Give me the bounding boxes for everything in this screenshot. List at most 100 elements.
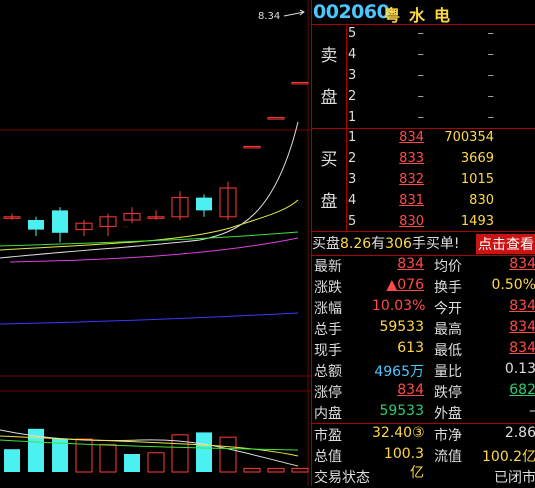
volume-bar xyxy=(291,467,309,473)
candle-body xyxy=(196,197,212,211)
level-volume: 830 xyxy=(469,193,494,208)
stat-value: 10.03% xyxy=(372,298,426,314)
volume-bar xyxy=(196,432,212,472)
volume-bar xyxy=(99,443,117,473)
stat-value: 834 xyxy=(509,319,535,335)
level-number: 1 xyxy=(348,110,357,125)
level-number: 3 xyxy=(348,68,357,83)
buy-row[interactable]: 1 834 700354 xyxy=(312,130,535,151)
stat-value: 已闭市 xyxy=(494,470,535,486)
stock-name: 粤水电 xyxy=(384,6,460,25)
stat-label: 涨跌 xyxy=(314,280,342,296)
stat-row: 内盘 59533 外盘 – xyxy=(312,403,535,424)
level-price: 832 xyxy=(399,172,424,187)
stat-value: 100.2亿 xyxy=(482,449,535,465)
volume-bar xyxy=(124,454,140,472)
level-number: 4 xyxy=(348,47,357,62)
stat-row: 总额 4965万 量比 0.13 xyxy=(312,361,535,382)
sell-row[interactable]: 5 – – xyxy=(312,26,535,47)
stat-value: 682 xyxy=(509,382,535,398)
buy-row[interactable]: 2 833 3669 xyxy=(312,151,535,172)
level-volume: – xyxy=(487,89,495,104)
stat-row: 涨跌 ▲076 换手 0.50% xyxy=(312,277,535,298)
ma5-line xyxy=(0,121,299,259)
stat-row: 市盈 32.40③ 市净 2.86 xyxy=(312,425,535,446)
kline-chart[interactable]: 8.34 xyxy=(0,0,311,486)
volume-bar xyxy=(52,439,68,472)
divider xyxy=(312,423,535,424)
sell-row[interactable]: 2 – – xyxy=(312,89,535,110)
level-volume: 3669 xyxy=(460,151,494,166)
level-volume: 1015 xyxy=(460,172,494,187)
stat-label: 内盘 xyxy=(314,406,342,422)
price-arrow-icon xyxy=(283,9,305,17)
price-label: 8.34 xyxy=(258,11,280,22)
stat-label: 最高 xyxy=(434,322,462,338)
stat-row: 涨停 834 跌停 682 xyxy=(312,382,535,403)
level-volume: 700354 xyxy=(444,130,494,145)
vol-ma20-line xyxy=(0,439,299,451)
sell-row[interactable]: 4 – – xyxy=(312,47,535,68)
stat-value: 834 xyxy=(397,382,424,398)
level-price: 831 xyxy=(399,193,424,208)
level-price: 834 xyxy=(399,130,424,145)
buy-row[interactable]: 3 832 1015 xyxy=(312,172,535,193)
stat-label: 市净 xyxy=(434,428,462,444)
buy-row[interactable]: 4 831 830 xyxy=(312,193,535,214)
candle-body xyxy=(267,117,285,120)
stat-label: 涨停 xyxy=(314,385,342,401)
level-volume: – xyxy=(487,68,495,83)
stat-label: 总值 xyxy=(314,449,342,465)
stat-value: 834 xyxy=(397,256,424,272)
volume-bar xyxy=(267,467,285,473)
order-bar: 买盘8.26有306手买单! 点击查看 xyxy=(312,233,535,255)
stat-label: 涨幅 xyxy=(314,301,342,317)
stat-label: 交易状态 xyxy=(314,470,370,486)
level-volume: – xyxy=(487,47,495,62)
level-number: 1 xyxy=(348,130,357,145)
stat-value: 59533 xyxy=(379,319,424,335)
stat-value: 0.13 xyxy=(504,361,535,377)
stat-label: 量比 xyxy=(434,364,462,380)
level-price: 830 xyxy=(399,214,424,229)
candle-body xyxy=(291,81,309,85)
level-number: 2 xyxy=(348,89,357,104)
sell-row[interactable]: 3 – – xyxy=(312,68,535,89)
stat-label: 流值 xyxy=(434,449,462,465)
quote-panel: 002060 粤水电 卖 盘 5– –4– –3– –2– –1– – 买 盘 1 834 7… xyxy=(311,0,535,486)
stat-label: 换手 xyxy=(434,280,462,296)
stat-label: 今开 xyxy=(434,301,462,317)
level-number: 2 xyxy=(348,151,357,166)
stat-label: 跌停 xyxy=(434,385,462,401)
volume-bar xyxy=(4,449,20,472)
stat-value: 59533 xyxy=(379,403,424,419)
level-number: 3 xyxy=(348,172,357,187)
stat-value: ▲076 xyxy=(386,277,425,293)
level-price: – xyxy=(417,68,425,83)
order-bar-text: 手买单! xyxy=(411,236,460,252)
stat-value: – xyxy=(482,403,535,419)
stat-value: 2.86 xyxy=(504,425,535,441)
stat-row: 总手 59533 最高 834 xyxy=(312,319,535,340)
stat-label: 均价 xyxy=(434,259,462,275)
divider xyxy=(312,24,535,25)
stat-value: 834 xyxy=(509,340,535,356)
view-order-button[interactable]: 点击查看 xyxy=(476,234,535,254)
stat-row: 交易状态 已闭市 xyxy=(312,467,535,488)
stat-value: 834 xyxy=(509,256,535,272)
divider xyxy=(312,231,535,232)
stat-label: 现手 xyxy=(314,343,342,359)
stat-value: 32.40③ xyxy=(372,425,425,441)
stock-header: 002060 粤水电 xyxy=(312,0,535,26)
stat-row: 现手 613 最低 834 xyxy=(312,340,535,361)
stat-value: 0.50% xyxy=(491,277,535,293)
order-bar-text: 有 xyxy=(371,236,386,252)
ma10-line xyxy=(0,199,299,251)
volume-bar xyxy=(219,436,237,473)
level-volume: – xyxy=(487,26,495,41)
level-price: – xyxy=(417,47,425,62)
ma120-line xyxy=(0,312,299,325)
level-price: – xyxy=(417,26,425,41)
volume-bar xyxy=(243,467,261,473)
stat-label: 最低 xyxy=(434,343,462,359)
